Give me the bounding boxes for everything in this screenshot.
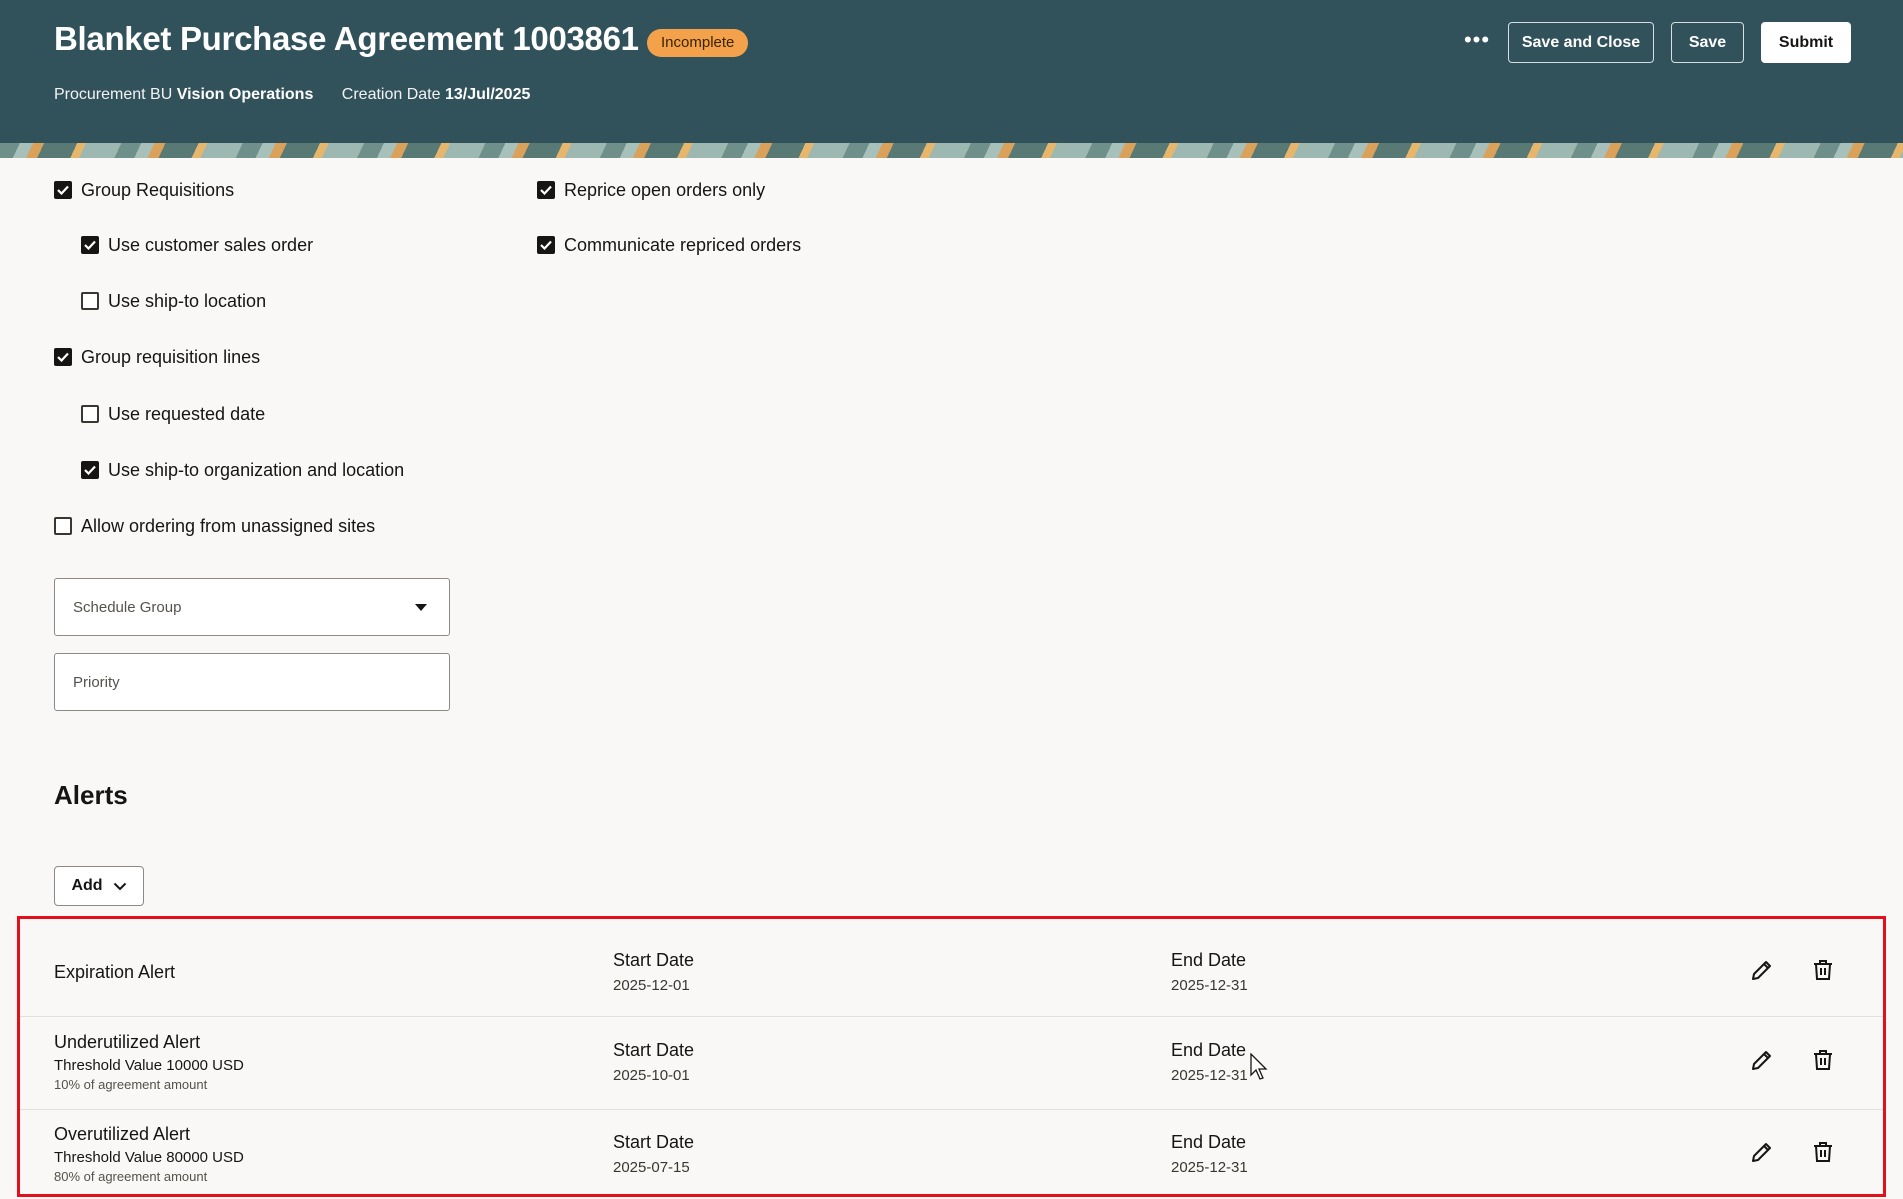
checkbox-unchecked-icon[interactable] <box>81 405 99 423</box>
checkbox-checked-icon[interactable] <box>81 461 99 479</box>
end-date-label: End Date <box>1171 1040 1247 1060</box>
alerts-section-title: Alerts <box>54 780 128 810</box>
checkbox-allow-unassigned-sites[interactable]: Allow ordering from unassigned sites <box>54 514 375 538</box>
alert-name: Expiration Alert <box>54 962 176 982</box>
alert-name: Underutilized Alert <box>54 1032 201 1052</box>
save-and-close-button[interactable]: Save and Close <box>1508 22 1654 63</box>
checkbox-checked-icon[interactable] <box>54 348 72 366</box>
mouse-cursor-icon <box>1250 1053 1268 1080</box>
alert-row-overutilized: Overutilized Alert Threshold Value 80000… <box>20 1110 1883 1194</box>
pencil-icon <box>1752 1143 1771 1162</box>
checkbox-label: Group Requisitions <box>81 179 235 200</box>
alert-name: Overutilized Alert <box>54 1124 191 1144</box>
end-date-value: 2025-12-31 <box>1171 1067 1248 1084</box>
checkbox-checked-icon[interactable] <box>537 236 555 254</box>
checkbox-label: Allow ordering from unassigned sites <box>81 515 376 536</box>
end-date-value: 2025-12-31 <box>1171 1159 1248 1176</box>
caret-down-icon[interactable] <box>415 604 427 611</box>
checkbox-group-requisition-lines[interactable]: Group requisition lines <box>54 345 260 369</box>
checkbox-label: Use ship-to organization and location <box>108 459 405 480</box>
procurement-bu-value: Vision Operations <box>176 86 314 103</box>
creation-date-value: 13/Jul/2025 <box>444 86 531 103</box>
priority-field[interactable]: Priority <box>54 653 450 711</box>
checkbox-label: Use customer sales order <box>108 234 314 255</box>
trash-icon <box>1814 960 1832 980</box>
save-button[interactable]: Save <box>1671 22 1744 63</box>
alert-start-date: Start Date 2025-12-01 <box>613 950 694 994</box>
alert-end-date: End Date 2025-12-31 <box>1171 1132 1248 1176</box>
pencil-icon <box>1752 961 1771 980</box>
creation-date: Creation Date 13/Jul/2025 <box>342 86 531 103</box>
delete-alert-button[interactable] <box>1805 952 1841 988</box>
checkbox-use-customer-sales-order[interactable]: Use customer sales order <box>81 233 313 257</box>
trash-icon <box>1814 1050 1832 1070</box>
checkbox-group-requisitions[interactable]: Group Requisitions <box>54 178 234 202</box>
page-header: Blanket Purchase Agreement 1003861 Incom… <box>0 0 1903 143</box>
checkbox-label: Use ship-to location <box>108 290 267 311</box>
schedule-group-label: Schedule Group <box>73 599 182 616</box>
start-date-value: 2025-12-01 <box>613 977 690 994</box>
procurement-bu: Procurement BU Vision Operations <box>54 86 318 103</box>
more-actions-button[interactable]: ••• <box>1460 26 1494 60</box>
checkbox-label: Use requested date <box>108 403 266 424</box>
checkbox-label: Group requisition lines <box>81 346 261 367</box>
header-banner-pattern <box>0 143 1903 158</box>
delete-alert-button[interactable] <box>1805 1042 1841 1078</box>
end-date-value: 2025-12-31 <box>1171 977 1248 994</box>
end-date-label: End Date <box>1171 1132 1247 1152</box>
checkbox-checked-icon[interactable] <box>537 181 555 199</box>
header-meta: Procurement BU Vision Operations Creatio… <box>54 86 554 104</box>
checkbox-unchecked-icon[interactable] <box>81 292 99 310</box>
alert-end-date: End Date 2025-12-31 <box>1171 1040 1248 1084</box>
creation-date-label: Creation Date <box>341 86 441 103</box>
alert-percent: 80% of agreement amount <box>54 1169 208 1184</box>
alert-percent: 10% of agreement amount <box>54 1077 208 1092</box>
checkbox-label: Communicate repriced orders <box>564 234 802 255</box>
checkbox-use-ship-to-org-and-location[interactable]: Use ship-to organization and location <box>81 458 404 482</box>
alert-row-underutilized: Underutilized Alert Threshold Value 1000… <box>20 1017 1883 1110</box>
start-date-label: Start Date <box>613 950 695 970</box>
alert-start-date: Start Date 2025-07-15 <box>613 1132 694 1176</box>
status-badge: Incomplete <box>647 29 749 57</box>
checkbox-unchecked-icon[interactable] <box>54 517 72 535</box>
checkbox-checked-icon[interactable] <box>81 236 99 254</box>
submit-button[interactable]: Submit <box>1761 22 1851 63</box>
priority-label: Priority <box>73 674 120 691</box>
start-date-label: Start Date <box>613 1132 695 1152</box>
start-date-value: 2025-07-15 <box>613 1159 690 1176</box>
checkbox-use-ship-to-location[interactable]: Use ship-to location <box>81 289 266 313</box>
add-alert-button[interactable]: Add <box>54 866 144 906</box>
chevron-down-icon <box>113 882 126 890</box>
edit-alert-button[interactable] <box>1744 1042 1780 1078</box>
checkbox-label: Reprice open orders only <box>564 179 766 200</box>
alert-start-date: Start Date 2025-10-01 <box>613 1040 694 1084</box>
checkbox-reprice-open-orders[interactable]: Reprice open orders only <box>537 178 765 202</box>
pencil-icon <box>1752 1051 1771 1070</box>
procurement-bu-label: Procurement BU <box>54 86 173 103</box>
trash-icon <box>1814 1142 1832 1162</box>
end-date-label: End Date <box>1171 950 1247 970</box>
start-date-value: 2025-10-01 <box>613 1067 690 1084</box>
checkbox-use-requested-date[interactable]: Use requested date <box>81 402 265 426</box>
alert-threshold: Threshold Value 80000 USD <box>54 1149 244 1166</box>
page-title: Blanket Purchase Agreement 1003861 <box>54 20 639 57</box>
schedule-group-select[interactable]: Schedule Group <box>54 578 450 636</box>
delete-alert-button[interactable] <box>1805 1134 1841 1170</box>
start-date-label: Start Date <box>613 1040 695 1060</box>
alert-end-date: End Date 2025-12-31 <box>1171 950 1248 994</box>
checkbox-communicate-repriced-orders[interactable]: Communicate repriced orders <box>537 233 801 257</box>
checkbox-checked-icon[interactable] <box>54 181 72 199</box>
edit-alert-button[interactable] <box>1744 1134 1780 1170</box>
alert-row-expiration: Expiration Alert Start Date 2025-12-01 E… <box>20 922 1883 1017</box>
edit-alert-button[interactable] <box>1744 952 1780 988</box>
add-button-label: Add <box>71 877 103 894</box>
alert-threshold: Threshold Value 10000 USD <box>54 1057 244 1074</box>
